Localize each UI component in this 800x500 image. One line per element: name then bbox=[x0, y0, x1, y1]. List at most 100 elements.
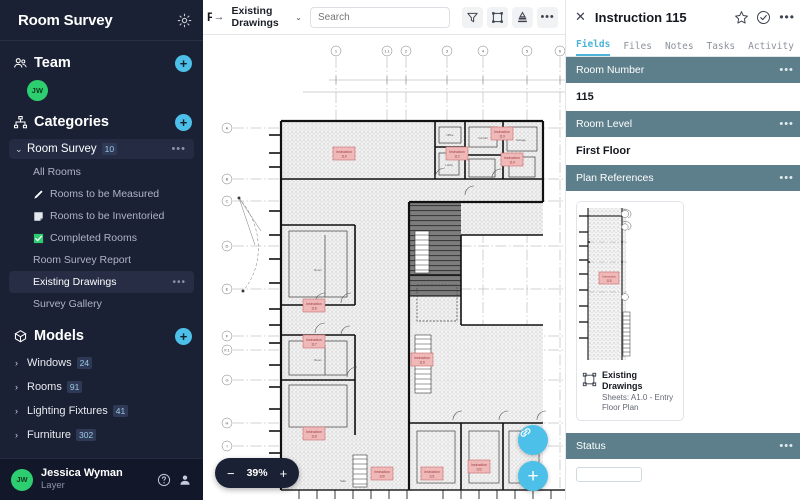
star-icon[interactable] bbox=[734, 10, 749, 25]
category-group-room-survey[interactable]: ⌄ Room Survey 10 ••• bbox=[9, 139, 194, 159]
link-icon[interactable] bbox=[518, 425, 548, 455]
sidebar-item-existing-drawings[interactable]: Existing Drawings ••• bbox=[9, 271, 194, 293]
thumb-tag-label: 115 bbox=[606, 279, 611, 283]
tab-tasks[interactable]: Tasks bbox=[707, 41, 736, 56]
add-category-button[interactable]: + bbox=[175, 113, 192, 131]
breadcrumb-root[interactable]: F bbox=[207, 10, 212, 24]
model-item-rooms[interactable]: › Rooms 91 bbox=[9, 375, 194, 399]
category-group-badge: 10 bbox=[101, 143, 118, 155]
svg-text:Office: Office bbox=[446, 133, 454, 137]
stamp-icon[interactable] bbox=[512, 6, 533, 28]
svg-text:Storage: Storage bbox=[516, 138, 526, 142]
sidebar-item-more[interactable]: ••• bbox=[172, 277, 186, 288]
chevron-right-icon: › bbox=[15, 430, 18, 440]
panel-more-button[interactable]: ••• bbox=[779, 10, 795, 24]
sidebar-item-label: All Rooms bbox=[33, 166, 81, 178]
checkbox-green-icon bbox=[33, 233, 44, 244]
status-badge[interactable] bbox=[576, 466, 642, 482]
tab-notes[interactable]: Notes bbox=[665, 41, 694, 56]
svg-text:113: 113 bbox=[499, 135, 505, 139]
model-item-label: Windows bbox=[27, 357, 72, 369]
sidebar-item-survey-gallery[interactable]: Survey Gallery bbox=[9, 293, 194, 315]
sidebar-item-completed-rooms[interactable]: Completed Rooms bbox=[9, 227, 194, 249]
sidebar-item-all-rooms[interactable]: All Rooms bbox=[9, 161, 194, 183]
plan-thumbnail: Instruction 115 bbox=[577, 202, 683, 364]
model-icon bbox=[13, 329, 28, 344]
field-more-button[interactable]: ••• bbox=[779, 172, 794, 184]
chevron-right-icon: › bbox=[15, 406, 18, 416]
note-icon bbox=[33, 211, 44, 222]
avatar[interactable]: JW bbox=[27, 80, 48, 101]
svg-text:Instruction: Instruction bbox=[306, 302, 322, 306]
add-team-member-button[interactable]: + bbox=[175, 54, 192, 72]
sidebar-item-rooms-to-be-measured[interactable]: Rooms to be Measured bbox=[9, 183, 194, 205]
toolbar-more-button[interactable]: ••• bbox=[537, 6, 558, 28]
gear-icon[interactable] bbox=[177, 13, 192, 28]
svg-text:122: 122 bbox=[476, 468, 482, 472]
svg-text:A: A bbox=[226, 126, 229, 131]
plan-card-subtitle: Sheets: A1.0 - Entry Floor Plan bbox=[602, 392, 674, 412]
svg-text:Room: Room bbox=[314, 268, 322, 272]
field-more-button[interactable]: ••• bbox=[779, 118, 794, 130]
zoom-out-button[interactable]: − bbox=[227, 467, 235, 480]
field-header-status: Status ••• bbox=[566, 432, 800, 459]
model-item-furniture[interactable]: › Furniture 302 bbox=[9, 423, 194, 447]
svg-text:112: 112 bbox=[454, 155, 460, 159]
sidebar: arrow-left-icon Room Survey Team + JW bbox=[0, 0, 203, 500]
sidebar-item-label: Existing Drawings bbox=[33, 276, 117, 288]
sidebar-scroll: Team + JW Categories + ⌄ Room Survey 10 … bbox=[0, 41, 203, 458]
tab-activity[interactable]: Activity bbox=[748, 41, 794, 56]
page-title: Room Survey bbox=[18, 11, 113, 29]
fields-list: Room Number ••• 115 Room Level ••• First… bbox=[566, 57, 800, 500]
svg-text:Instruction: Instruction bbox=[494, 130, 510, 134]
field-more-button[interactable]: ••• bbox=[779, 440, 794, 452]
sidebar-item-label: Rooms to be Inventoried bbox=[50, 210, 165, 222]
add-instruction-button[interactable]: + bbox=[518, 461, 548, 491]
instruction-panel: ✕ Instruction 115 ••• Fields Files Notes… bbox=[566, 0, 800, 500]
svg-text:Instruction: Instruction bbox=[336, 150, 352, 154]
svg-text:C: C bbox=[226, 199, 229, 204]
svg-text:G: G bbox=[225, 378, 228, 383]
chevron-down-icon[interactable]: ⌄ bbox=[295, 13, 302, 22]
field-more-button[interactable]: ••• bbox=[779, 64, 794, 76]
tab-files[interactable]: Files bbox=[623, 41, 652, 56]
svg-text:118: 118 bbox=[311, 435, 317, 439]
help-circle-icon[interactable] bbox=[157, 473, 171, 487]
floor-plan-canvas[interactable]: 1 1.1 2 3 4 5 6 A B C D E F F.1 G H I In… bbox=[203, 35, 565, 500]
field-value-room-level[interactable]: First Floor bbox=[566, 137, 800, 165]
search-input[interactable] bbox=[310, 6, 450, 28]
drawing-icon bbox=[582, 372, 597, 387]
section-categories-label: Categories bbox=[34, 114, 109, 130]
model-item-windows[interactable]: › Windows 24 bbox=[9, 351, 194, 375]
category-group-more[interactable]: ••• bbox=[171, 143, 186, 155]
zoom-level: 39% bbox=[246, 467, 268, 479]
check-circle-icon[interactable] bbox=[756, 10, 771, 25]
sidebar-item-room-survey-report[interactable]: Room Survey Report bbox=[9, 249, 194, 271]
svg-text:Instruction: Instruction bbox=[471, 463, 487, 467]
model-item-lighting-fixtures[interactable]: › Lighting Fixtures 41 bbox=[9, 399, 194, 423]
section-models-label: Models bbox=[34, 328, 84, 344]
svg-text:Corridor: Corridor bbox=[478, 136, 488, 140]
svg-text:Instruction: Instruction bbox=[306, 430, 322, 434]
field-value-room-number[interactable]: 115 bbox=[566, 83, 800, 111]
sidebar-item-rooms-to-be-inventoried[interactable]: Rooms to be Inventoried bbox=[9, 205, 194, 227]
more-icon: ••• bbox=[540, 11, 555, 23]
person-icon[interactable] bbox=[178, 473, 192, 487]
model-item-badge: 91 bbox=[66, 381, 83, 393]
svg-text:Instruction: Instruction bbox=[449, 150, 465, 154]
model-item-label: Furniture bbox=[27, 429, 72, 441]
drawing-workspace: F → Existing Drawings ⌄ ••• bbox=[203, 0, 566, 500]
avatar[interactable]: JW bbox=[11, 468, 33, 491]
chevron-down-icon: ⌄ bbox=[15, 143, 23, 154]
zoom-in-button[interactable]: + bbox=[280, 467, 288, 480]
add-model-button[interactable]: + bbox=[175, 327, 192, 345]
pencil-icon bbox=[33, 189, 44, 200]
plan-reference-card[interactable]: Instruction 115 Existing Drawings Sheets… bbox=[576, 201, 684, 421]
close-icon[interactable]: ✕ bbox=[575, 9, 586, 25]
filter-icon[interactable] bbox=[462, 6, 483, 28]
crop-icon[interactable] bbox=[487, 6, 508, 28]
model-item-badge: 24 bbox=[76, 357, 93, 369]
panel-header: ✕ Instruction 115 ••• bbox=[566, 0, 800, 34]
svg-text:Lobby: Lobby bbox=[445, 163, 453, 167]
tab-fields[interactable]: Fields bbox=[576, 39, 611, 56]
